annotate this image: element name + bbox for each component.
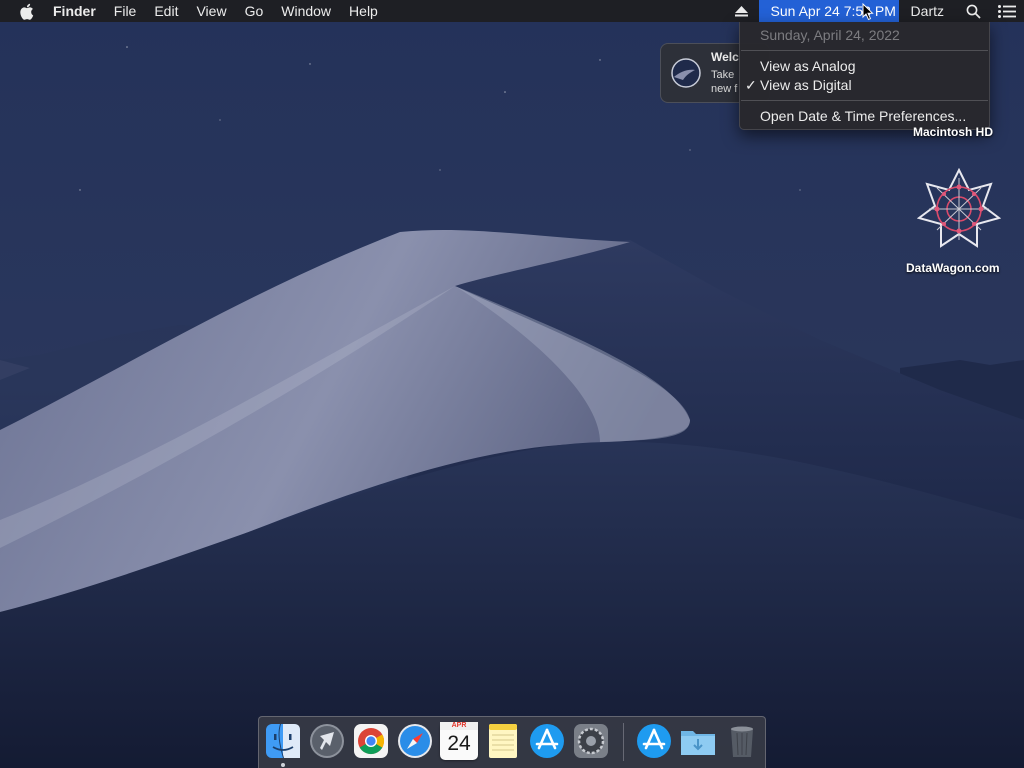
notification-title: Welc xyxy=(711,50,739,64)
app-store-download-icon[interactable] xyxy=(635,722,673,760)
menu-go[interactable]: Go xyxy=(236,0,273,22)
menu-app-finder[interactable]: Finder xyxy=(53,0,105,22)
menu-item-view-analog[interactable]: View as Analog xyxy=(760,57,855,75)
running-indicator xyxy=(281,763,285,767)
clock-menu-date: Sunday, April 24, 2022 xyxy=(760,27,900,43)
launchpad-icon[interactable] xyxy=(308,722,346,760)
notification-body-line1: Take xyxy=(711,69,735,81)
menu-edit[interactable]: Edit xyxy=(145,0,187,22)
menu-item-view-digital-label: View as Digital xyxy=(760,77,852,93)
menu-item-view-digital[interactable]: ✓ View as Digital xyxy=(745,76,852,94)
calendar-day: 24 xyxy=(447,732,471,755)
notification-body-line2: new f xyxy=(711,83,738,95)
calendar-icon[interactable]: APR 24 xyxy=(440,722,478,760)
app-store-icon[interactable] xyxy=(528,722,566,760)
menu-help[interactable]: Help xyxy=(340,0,387,22)
menu-item-date-time-preferences[interactable]: Open Date & Time Preferences... xyxy=(760,107,966,125)
dock: APR 24 xyxy=(258,716,766,768)
dock-separator xyxy=(623,723,624,761)
apple-icon[interactable] xyxy=(19,0,37,22)
menu-separator xyxy=(741,100,988,101)
checkmark-icon: ✓ xyxy=(745,77,757,93)
eject-icon[interactable] xyxy=(725,0,759,22)
chrome-icon[interactable] xyxy=(352,722,390,760)
menu-window[interactable]: Window xyxy=(272,0,340,22)
menu-view[interactable]: View xyxy=(187,0,235,22)
menu-user-name[interactable]: Dartz xyxy=(899,0,956,22)
notification-center-icon[interactable] xyxy=(990,0,1024,22)
notification-body: Take new f xyxy=(711,68,737,96)
macos-mojave-icon xyxy=(671,58,701,88)
macintosh-hd-label[interactable]: Macintosh HD xyxy=(913,125,993,139)
menu-separator xyxy=(741,50,988,51)
notes-icon[interactable] xyxy=(484,722,522,760)
spotlight-search-icon[interactable] xyxy=(956,0,990,22)
calendar-month: APR xyxy=(440,722,478,730)
trash-icon[interactable] xyxy=(723,722,761,760)
safari-icon[interactable] xyxy=(396,722,434,760)
menu-clock[interactable]: Sun Apr 24 7:53 PM xyxy=(758,0,899,22)
mouse-cursor-icon xyxy=(862,3,874,21)
finder-icon[interactable] xyxy=(264,722,302,760)
datawagon-icon[interactable] xyxy=(917,168,1001,250)
menu-file[interactable]: File xyxy=(105,0,146,22)
datawagon-label[interactable]: DataWagon.com xyxy=(906,261,1000,275)
downloads-folder-icon[interactable] xyxy=(679,722,717,760)
system-preferences-icon[interactable] xyxy=(572,722,610,760)
clock-menu: Sunday, April 24, 2022 View as Analog ✓ … xyxy=(739,22,990,130)
